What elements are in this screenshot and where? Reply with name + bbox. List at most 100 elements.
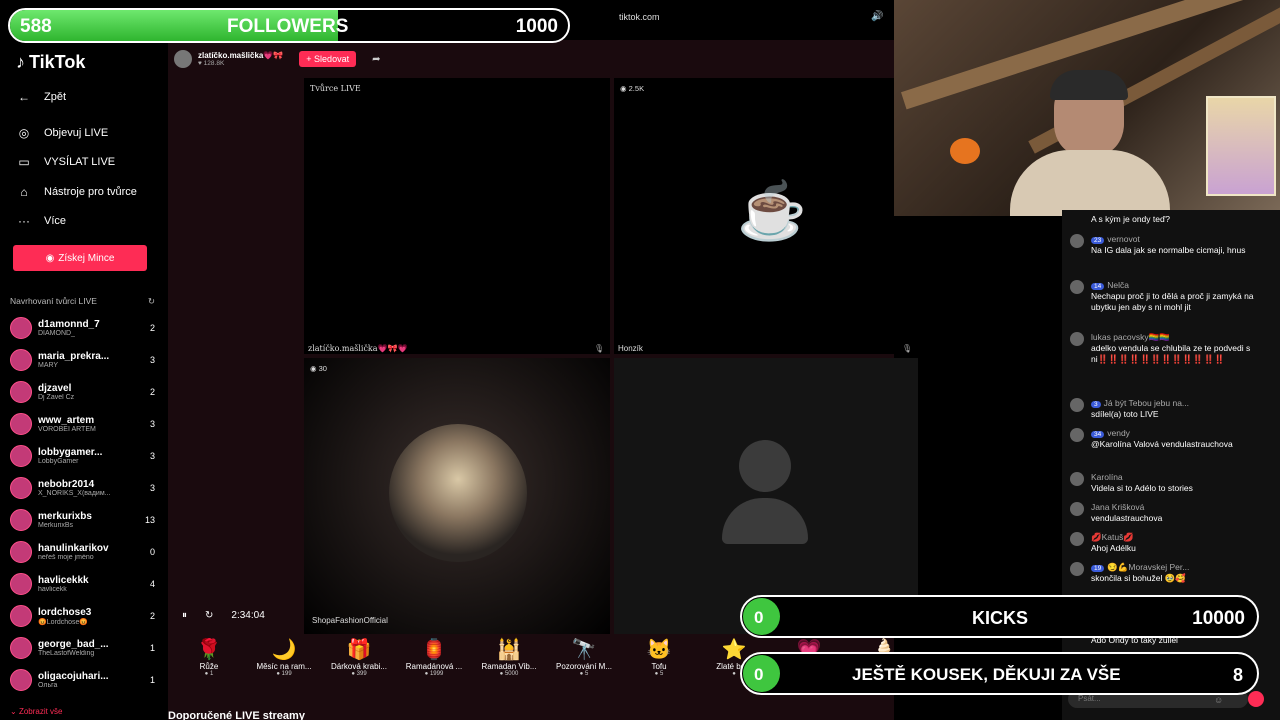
- host-avatar[interactable]: [174, 50, 192, 68]
- creator-row[interactable]: oligacojuhari... Ольга 1: [10, 665, 155, 695]
- refresh-icon[interactable]: ↻: [148, 296, 155, 307]
- chat-username[interactable]: 💋Katuš💋: [1091, 532, 1134, 542]
- chat-avatar[interactable]: [1070, 502, 1084, 516]
- chat-username[interactable]: Nelča: [1107, 280, 1129, 290]
- creator-count: 3: [149, 355, 155, 365]
- creator-subtitle: havlicekk: [38, 586, 67, 593]
- host-followers-count: 128.8K: [203, 60, 225, 67]
- creator-row[interactable]: lobbygamer... LobbyGamer 3: [10, 441, 155, 471]
- creator-row[interactable]: d1amonnd_7 DIAMOND_ 2: [10, 313, 155, 343]
- gift-item[interactable]: 🌙 Měsíc na ram... ● 199: [253, 638, 315, 677]
- share-icon[interactable]: ➦: [372, 54, 380, 65]
- speaker-icon[interactable]: 🔊: [871, 11, 883, 22]
- gift-item[interactable]: 🏮 Ramadánová ... ● 1999: [403, 638, 465, 677]
- cat-icon: 🐱: [646, 639, 672, 661]
- creator-row[interactable]: maria_prekra... MARY 3: [10, 345, 155, 375]
- thanks-goal-bar: 0 JEŠTĚ KOUSEK, DĚKUJI ZA VŠE 8: [740, 652, 1259, 695]
- creator-row[interactable]: lordchose3 😡Lordchose😡 2: [10, 601, 155, 631]
- followers-label: FOLLOWERS: [227, 16, 349, 37]
- creator-subtitle: Dj Zavel Cz: [38, 394, 75, 401]
- chat-header: 19 😏💪Moravskej Per...: [1091, 562, 1189, 573]
- nav-label: Objevuj LIVE: [44, 127, 109, 139]
- chat-username[interactable]: 😏💪Moravskej Per...: [1107, 562, 1189, 572]
- chat-username[interactable]: vernovot: [1107, 234, 1140, 244]
- thanks-label: JEŠTĚ KOUSEK, DĚKUJI ZA VŠE: [852, 665, 1121, 684]
- recommended-creators-header: Navrhovaní tvůrci LIVE ↻: [10, 296, 155, 307]
- emoji-icon[interactable]: ☺: [1214, 695, 1223, 705]
- host-name[interactable]: zlatíčko.mašlička💗🎀: [198, 51, 283, 60]
- tiktok-logo[interactable]: ♪ TikTok: [16, 52, 85, 73]
- streamer-webcam: [894, 0, 1280, 216]
- creator-row[interactable]: havlicekkk havlicekk 4: [10, 569, 155, 599]
- guest-cell-4[interactable]: Honzík 🎙: [614, 344, 918, 634]
- gift-item[interactable]: 🔭 Pozorování M... ● 5: [553, 638, 615, 677]
- gift-price: ● 1: [204, 671, 214, 677]
- creator-avatar: [10, 349, 32, 371]
- show-all-link[interactable]: ⌄ Zobrazit vše: [10, 707, 63, 716]
- gift-price: ● 5000: [499, 671, 519, 677]
- level-badge: 14: [1091, 283, 1105, 290]
- creator-name: nebobr2014: [38, 479, 95, 490]
- gift-name: Pozorování M...: [555, 662, 613, 671]
- gift-price-value: 199: [281, 671, 292, 677]
- creator-text: george_bad_... TheLastofWelding: [38, 639, 143, 657]
- chat-avatar[interactable]: [1070, 332, 1084, 346]
- streamer-figure: [990, 70, 1190, 216]
- chat-avatar[interactable]: [1070, 234, 1084, 248]
- creator-row[interactable]: merkurixbs MerkurixBs 13: [10, 505, 155, 535]
- guest-name-label: ShopaFashionOfficial: [312, 616, 388, 625]
- creator-row[interactable]: www_artem VOROBEI ARTEM 3: [10, 409, 155, 439]
- nav-go-live[interactable]: ▭ VYSÍLAT LIVE: [16, 155, 115, 169]
- pause-icon[interactable]: ⏸: [182, 610, 187, 621]
- guest-cell-3[interactable]: zlatíčko.mašlička💗🎀💗 ◉ 30 ShopaFashionOf…: [304, 344, 610, 634]
- mic-muted-icon: 🎙: [594, 344, 605, 353]
- creator-text: d1amonnd_7 DIAMOND_: [38, 319, 143, 337]
- chat-avatar[interactable]: [1070, 280, 1084, 294]
- nav-creator-tools[interactable]: ⌂ Nástroje pro tvůrce: [16, 185, 137, 199]
- creator-text: lordchose3 😡Lordchose😡: [38, 607, 143, 626]
- chat-text: Ahoj Adélku: [1091, 543, 1136, 553]
- guest-cell-host[interactable]: Tvůrce LIVE: [304, 78, 610, 354]
- chat-username[interactable]: Já být Tebou jebu na...: [1104, 398, 1189, 408]
- sidebar: ♪ TikTok ← Zpět ◎ Objevuj LIVE ▭ VYSÍLAT…: [0, 40, 165, 720]
- get-coins-button[interactable]: ◉ Získej Mince: [13, 245, 147, 271]
- chat-avatar[interactable]: [1070, 562, 1084, 576]
- chat-avatar[interactable]: [1070, 472, 1084, 486]
- nav-more[interactable]: ··· Více: [16, 214, 66, 228]
- gift-item[interactable]: 🕌 Ramadan Vib... ● 5000: [478, 638, 540, 677]
- gift-item[interactable]: 🐱 Tofu ● 5: [628, 638, 690, 677]
- creator-row[interactable]: hanulinkarikov neřeš moje jméno 0: [10, 537, 155, 567]
- gift-item[interactable]: 🌹 Růže ● 1: [178, 638, 240, 677]
- nav-explore-live[interactable]: ◎ Objevuj LIVE: [16, 126, 108, 140]
- chat-username[interactable]: Karolína: [1091, 472, 1123, 482]
- nav-back[interactable]: ← Zpět: [16, 90, 66, 104]
- chat-username[interactable]: lukas pacovsky🏳️‍🌈🏳️‍🌈: [1091, 332, 1170, 342]
- chat-text: vendulastrauchova: [1091, 513, 1163, 523]
- guest-cell-2[interactable]: ◉ 2.5K ☕: [614, 78, 918, 354]
- creator-count: 2: [149, 611, 155, 621]
- chat-username[interactable]: Jana Krišková: [1091, 502, 1144, 512]
- chat-header: lukas pacovsky🏳️‍🌈🏳️‍🌈: [1091, 332, 1170, 343]
- chat-avatar[interactable]: [1070, 532, 1084, 546]
- refresh-stream-icon[interactable]: ↻: [205, 610, 213, 621]
- level-badge: 23: [1091, 237, 1105, 244]
- send-icon[interactable]: [1248, 691, 1264, 707]
- creator-row[interactable]: george_bad_... TheLastofWelding 1: [10, 633, 155, 663]
- creator-subtitle: MARY: [38, 362, 59, 369]
- mic-muted-icon: 🎙: [902, 344, 913, 353]
- chat-username[interactable]: vendy: [1107, 428, 1130, 438]
- chat-text: A s kým je ondy teď?: [1091, 214, 1170, 224]
- follow-button[interactable]: + Sledovat: [299, 51, 357, 67]
- creator-subtitle: neřeš moje jméno: [38, 554, 94, 561]
- creator-count: 3: [149, 483, 155, 493]
- gift-item[interactable]: 🎁 Dárková krabi... ● 399: [328, 638, 390, 677]
- chat-avatar[interactable]: [1070, 398, 1084, 412]
- mosque-icon: 🕌: [496, 639, 522, 661]
- creator-subtitle: LobbyGamer: [38, 458, 79, 465]
- gift-name: Ramadánová ...: [405, 662, 463, 671]
- creator-count: 13: [144, 515, 155, 525]
- creator-row[interactable]: nebobr2014 X_NORIKS_X(вадим... 3: [10, 473, 155, 503]
- level-badge: 19: [1091, 565, 1105, 572]
- creator-row[interactable]: djzavel Dj Zavel Cz 2: [10, 377, 155, 407]
- chat-avatar[interactable]: [1070, 428, 1084, 442]
